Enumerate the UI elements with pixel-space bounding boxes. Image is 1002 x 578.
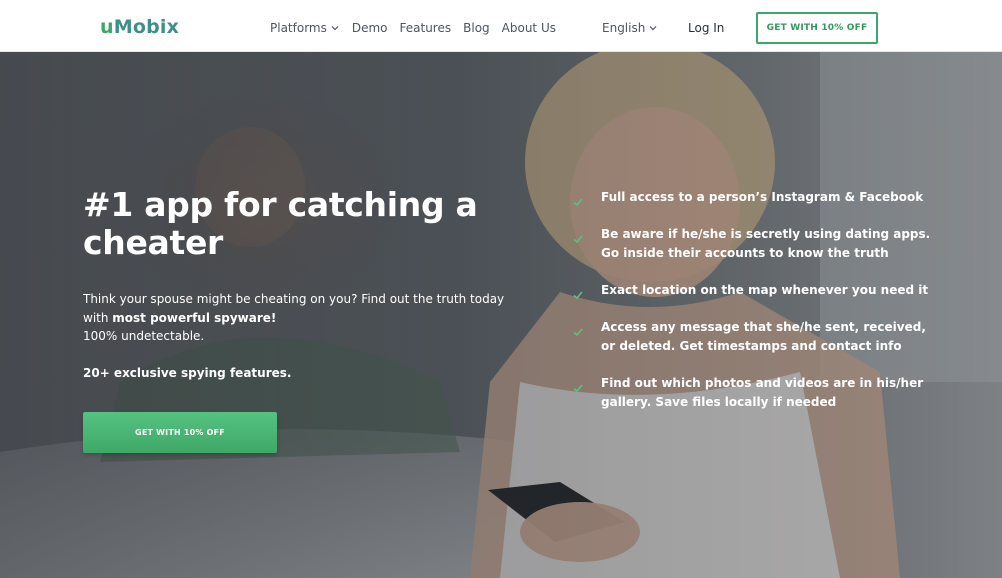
nav-blog-label: Blog — [463, 21, 490, 35]
nav-blog[interactable]: Blog — [463, 18, 490, 38]
check-icon — [572, 379, 584, 393]
login-link[interactable]: Log In — [688, 18, 724, 38]
nav-about-us[interactable]: About Us — [502, 18, 556, 38]
language-selector[interactable]: English — [602, 18, 658, 38]
checklist-item-text: Find out which photos and videos are in … — [601, 376, 924, 409]
nav-features[interactable]: Features — [400, 18, 452, 38]
logo-name: Mobix — [113, 16, 180, 38]
hero-section: #1 app for catching a cheater Think your… — [0, 52, 1002, 578]
hero-description-bold: most powerful spyware! — [112, 310, 277, 325]
umobix-logo[interactable]: uMobix — [100, 16, 179, 38]
header-discount-button[interactable]: GET WITH 10% OFF — [756, 12, 878, 44]
checklist-item: Exact location on the map whenever you n… — [572, 281, 952, 300]
checklist-item-text: Exact location on the map whenever you n… — [601, 283, 929, 297]
nav-features-label: Features — [399, 21, 452, 35]
check-icon — [572, 230, 584, 244]
feature-checklist: Full access to a person’s Instagram & Fa… — [572, 188, 952, 412]
hero-description: Think your spouse might be cheating on y… — [83, 290, 523, 346]
checklist-item: Full access to a person’s Instagram & Fa… — [572, 188, 952, 207]
nav-platforms-label: Platforms — [270, 21, 327, 35]
chevron-down-icon — [648, 23, 658, 33]
logo-u: u — [100, 16, 114, 38]
main-nav: Platforms Demo Features Blog About Us — [270, 18, 568, 38]
checklist-item-text: Access any message that she/he sent, rec… — [601, 320, 926, 353]
checklist-item-text: Full access to a person’s Instagram & Fa… — [601, 190, 924, 204]
hero-title: #1 app for catching a cheater — [83, 185, 478, 262]
checklist-item-text: Be aware if he/she is secretly using dat… — [601, 227, 931, 260]
nav-platforms[interactable]: Platforms — [270, 18, 340, 38]
checklist-item: Access any message that she/he sent, rec… — [572, 318, 952, 356]
checklist-item: Find out which photos and videos are in … — [572, 374, 952, 412]
chevron-down-icon — [330, 23, 340, 33]
nav-demo[interactable]: Demo — [352, 18, 388, 38]
check-icon — [572, 286, 584, 300]
language-label: English — [602, 21, 646, 35]
site-header: uMobix Platforms Demo Features Blog Abou… — [0, 0, 1002, 52]
check-icon — [572, 193, 584, 207]
features-count-text: 20+ exclusive spying features. — [83, 366, 292, 380]
hero-discount-button[interactable]: GET WITH 10% OFF — [83, 412, 277, 453]
checklist-item: Be aware if he/she is secretly using dat… — [572, 225, 952, 263]
hero-undetectable-text: 100% undetectable. — [83, 329, 205, 343]
nav-about-label: About Us — [501, 21, 556, 35]
check-icon — [572, 323, 584, 337]
nav-demo-label: Demo — [351, 21, 388, 35]
